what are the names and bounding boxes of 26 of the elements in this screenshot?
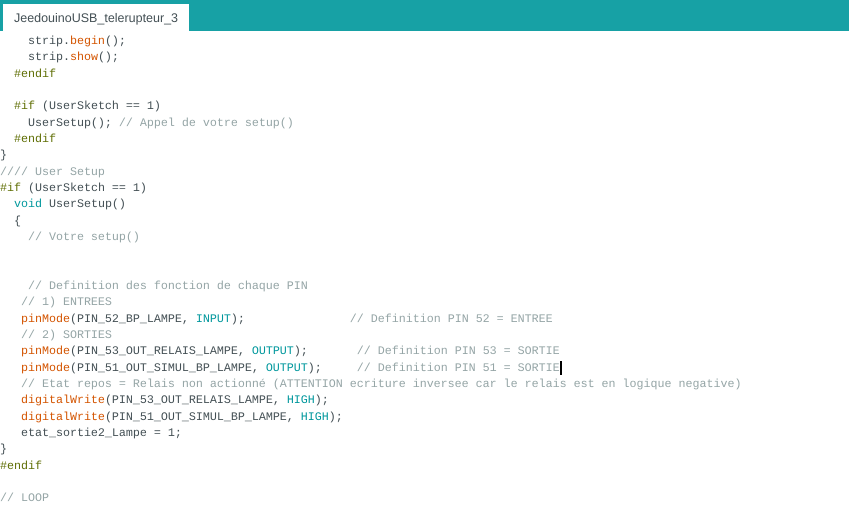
code-line: // 1) ENTREES: [20, 294, 112, 311]
code-line: // LOOP: [0, 490, 49, 507]
code-line: // Etat repos = Relais non actionné (ATTENTION ecriture inversee car le relais est en logique negative): [20, 376, 742, 392]
code-line: etat_sortie2_Lampe = 1;: [20, 424, 182, 442]
code-line: digitalWrite(PIN_53_OUT_RELAIS_LAMPE, HIGH);: [20, 392, 329, 409]
code-line: #if (UserSketch == 1): [0, 180, 147, 196]
code-line: digitalWrite(PIN_51_OUT_SIMUL_BP_LAMPE, HIGH);: [20, 408, 343, 425]
code-line: #endif: [12, 130, 56, 148]
code-line: UserSetup(); // Appel de votre setup(): [26, 114, 294, 131]
code-line: strip.show();: [26, 49, 119, 66]
code-line: strip.begin();: [26, 33, 126, 50]
code-line: // 2) SORTIES: [20, 326, 112, 344]
code-line: #endif: [0, 458, 42, 474]
code-line: #endif: [12, 66, 56, 82]
code-line: pinMode(PIN_52_BP_LAMPE, INPUT); // Definition PIN 52 = ENTREE: [20, 310, 553, 327]
code-line: //// User Setup: [0, 164, 105, 180]
code-line: }: [0, 441, 7, 458]
code-line: // Definition des fonction de chaque PIN: [26, 278, 308, 294]
code-line: // Votre setup(): [26, 228, 140, 246]
code-line: {: [12, 212, 21, 229]
code-line: void UserSetup(): [12, 196, 126, 213]
code-line: pinMode(PIN_53_OUT_RELAIS_LAMPE, OUTPUT); // Definition PIN 53 = SORTIE: [20, 343, 560, 360]
code-line: #if (UserSketch == 1): [12, 98, 161, 115]
sketch-tab[interactable]: JeedouinoUSB_telerupteur_3: [3, 4, 190, 31]
code-line: pinMode(PIN_51_OUT_SIMUL_BP_LAMPE, OUTPUT); // Definition PIN 51 = SORTIE: [20, 360, 560, 376]
code-line: }: [0, 147, 7, 164]
